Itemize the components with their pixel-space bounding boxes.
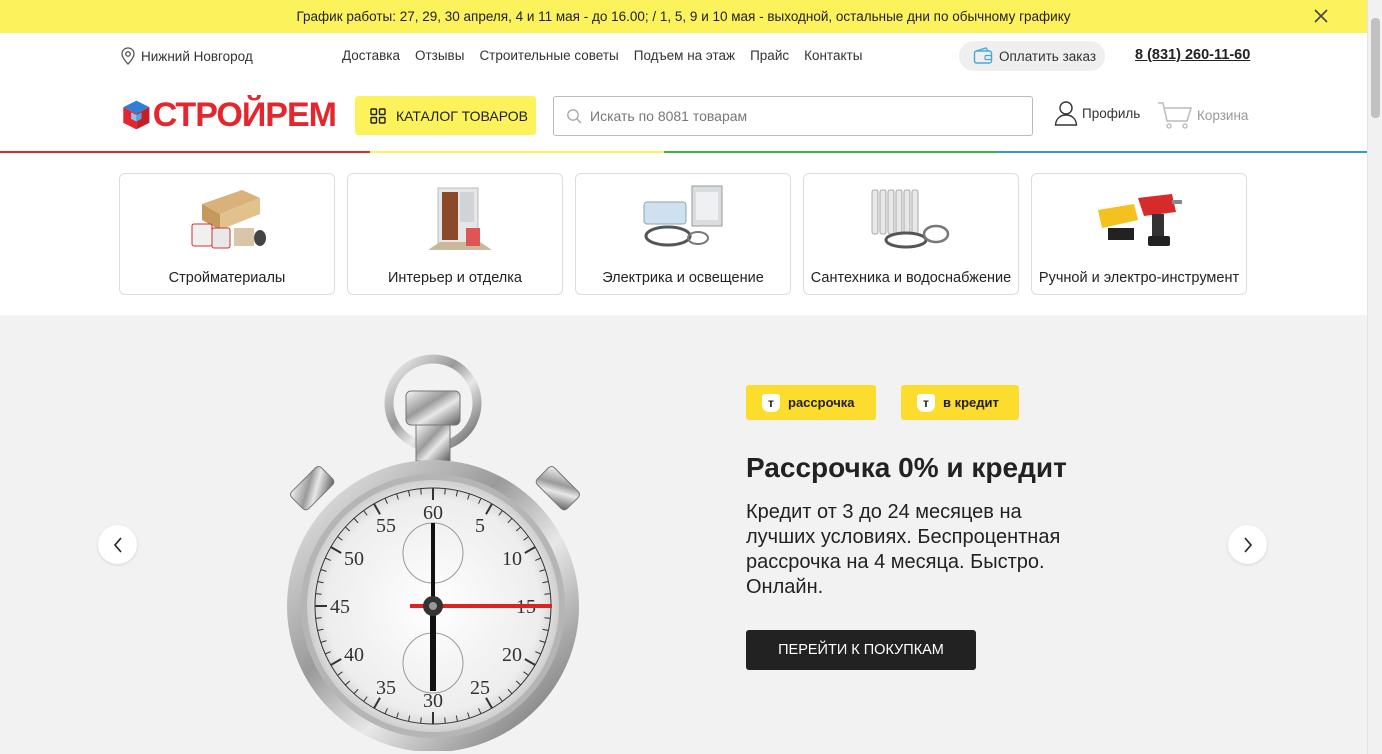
category-label: Ручной и электро-инструмент <box>1038 270 1240 286</box>
close-icon[interactable] <box>1311 6 1331 26</box>
category-interior[interactable]: Интерьер и отделка <box>347 173 563 295</box>
header-main-row: СТРОЙРЕМ КАТАЛОГ ТОВАРОВ Профиль Корзина <box>0 79 1367 151</box>
electrical-image <box>643 185 723 247</box>
tinkoff-logo-icon: т <box>762 393 780 412</box>
dial-number: 5 <box>475 515 485 537</box>
hero-slider: 60 5 10 15 20 25 30 35 40 45 50 55 т рас… <box>0 315 1367 754</box>
dial-number: 50 <box>344 548 364 570</box>
installment-badge-label: рассрочка <box>788 395 855 410</box>
building-materials-image <box>191 190 266 249</box>
dial-tick <box>544 593 551 595</box>
category-label: Интерьер и отделка <box>387 270 522 286</box>
category-building-materials[interactable]: Стройматериалы <box>119 173 335 295</box>
pay-order-label: Оплатить заказ <box>999 48 1097 64</box>
interior-door-image <box>428 187 492 250</box>
dial-tick <box>315 617 322 619</box>
cart-icon <box>1158 102 1193 129</box>
dial-tick <box>444 717 446 724</box>
tinkoff-logo-icon: т <box>917 393 935 412</box>
credit-badge[interactable]: т в кредит <box>901 385 1019 420</box>
city-selector[interactable]: Нижний Новгород <box>120 47 253 65</box>
category-label: Сантехника и водоснабжение <box>810 270 1012 286</box>
credit-badge-label: в кредит <box>943 395 999 410</box>
nav-contacts[interactable]: Контакты <box>804 48 862 63</box>
header-top-row: Нижний Новгород Доставка Отзывы Строител… <box>0 33 1367 79</box>
chevron-right-icon <box>1243 536 1252 553</box>
catalog-label: КАТАЛОГ ТОВАРОВ <box>396 107 528 124</box>
nav-building-tips[interactable]: Строительные советы <box>479 48 618 63</box>
power-tools-image <box>1098 194 1182 246</box>
location-pin-icon <box>121 47 135 65</box>
scrollbar-thumb[interactable] <box>1371 18 1380 118</box>
category-tools[interactable]: Ручной и электро-инструмент <box>1031 173 1247 295</box>
dial-tick <box>315 593 322 595</box>
top-nav: Доставка Отзывы Строительные советы Подъ… <box>342 48 862 63</box>
category-plumbing[interactable]: Сантехника и водоснабжение <box>803 173 1019 295</box>
cart-link[interactable]: Корзина <box>1157 100 1248 130</box>
grid-icon <box>370 107 386 124</box>
category-label: Электрика и освещение <box>602 270 764 286</box>
plumbing-radiator-image <box>871 189 950 249</box>
dial-tick <box>420 717 422 724</box>
logo-text: СТРОЙРЕМ <box>152 95 337 134</box>
dial-tick <box>544 617 551 619</box>
announcement-bar: График работы: 27, 29, 30 апреля, 4 и 11… <box>0 0 1367 33</box>
dial-number: 35 <box>376 677 396 699</box>
hero-title: Рассрочка 0% и кредит <box>746 452 1067 483</box>
announcement-text: График работы: 27, 29, 30 апреля, 4 и 11… <box>296 9 1071 24</box>
stopwatch-image: 60 5 10 15 20 25 30 35 40 45 50 55 <box>287 354 581 751</box>
city-label: Нижний Новгород <box>141 48 253 64</box>
dial-number: 45 <box>330 596 350 618</box>
wallet-icon <box>973 47 993 64</box>
cart-label: Корзина <box>1197 107 1249 123</box>
search-icon <box>567 109 582 124</box>
phone-link[interactable]: 8 (831) 260-11-60 <box>1135 47 1250 63</box>
chevron-left-icon <box>113 536 122 553</box>
color-divider <box>0 151 1367 153</box>
nav-reviews[interactable]: Отзывы <box>415 48 464 63</box>
category-label: Стройматериалы <box>168 270 286 286</box>
go-shopping-button[interactable]: ПЕРЕЙТИ К ПОКУПКАМ <box>746 630 976 670</box>
dial-number: 60 <box>423 502 443 524</box>
dial-tick <box>420 488 422 495</box>
scrollbar[interactable] <box>1367 0 1382 754</box>
nav-delivery[interactable]: Доставка <box>342 48 400 63</box>
nav-floor-lift[interactable]: Подъем на этаж <box>634 48 735 63</box>
hero-description: Кредит от 3 до 24 месяцев на лучших усло… <box>746 501 1061 598</box>
search-box[interactable] <box>553 96 1033 136</box>
category-tiles: Стройматериалы Интерьер и отделка Электр… <box>119 173 1249 295</box>
profile-link[interactable]: Профиль <box>1054 100 1140 126</box>
catalog-button[interactable]: КАТАЛОГ ТОВАРОВ <box>355 96 536 135</box>
category-electrical[interactable]: Электрика и освещение <box>575 173 791 295</box>
nav-price[interactable]: Прайс <box>750 48 789 63</box>
dial-number: 40 <box>344 644 364 666</box>
dial-number: 25 <box>470 677 490 699</box>
pay-order-button[interactable]: Оплатить заказ <box>959 41 1105 71</box>
dial-number: 10 <box>502 548 522 570</box>
profile-label: Профиль <box>1082 105 1141 121</box>
slider-prev-button[interactable] <box>98 525 137 564</box>
logo-cube-icon <box>123 100 150 130</box>
user-icon <box>1054 101 1078 126</box>
site-logo[interactable]: СТРОЙРЕМ <box>122 91 337 139</box>
dial-number: 20 <box>502 644 522 666</box>
search-input[interactable] <box>590 108 1010 124</box>
slider-next-button[interactable] <box>1228 525 1267 564</box>
dial-number: 55 <box>376 515 396 537</box>
installment-badge[interactable]: т рассрочка <box>746 385 876 420</box>
dial-tick <box>444 488 446 495</box>
